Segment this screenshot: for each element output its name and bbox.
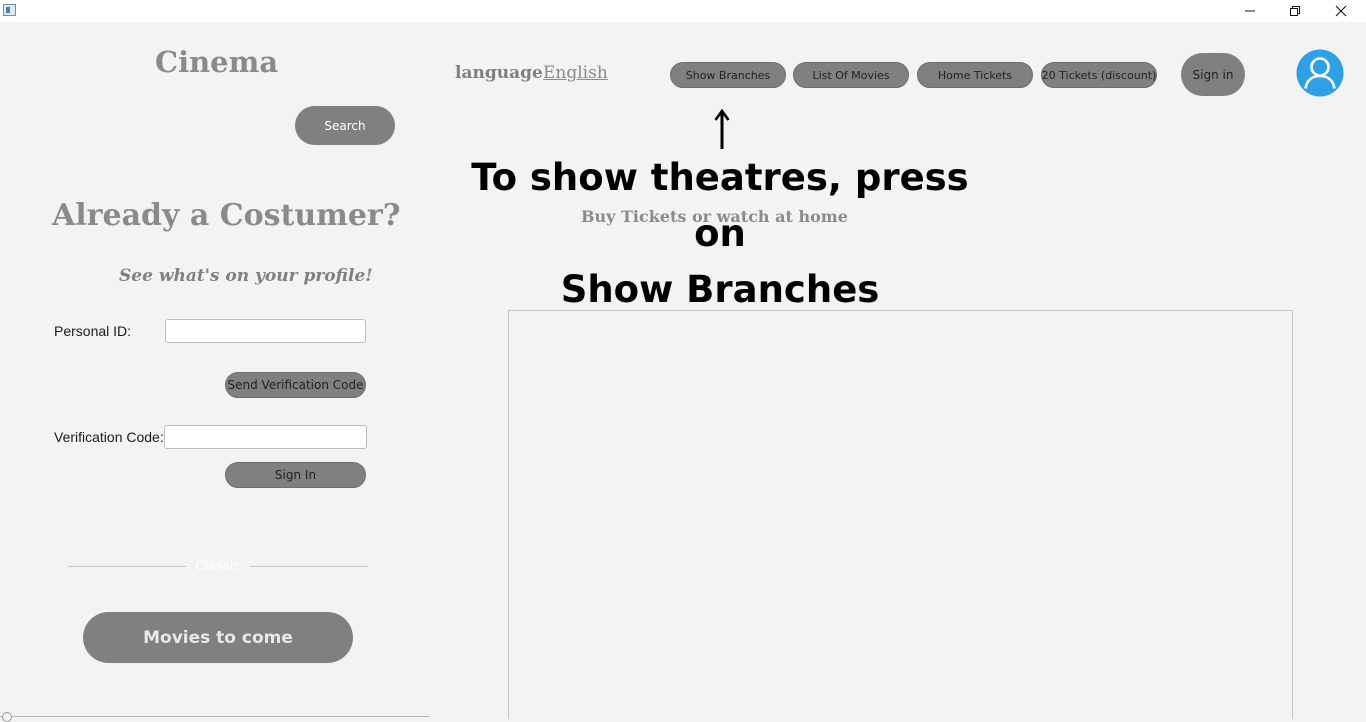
send-verification-code-button[interactable]: Send Verification Code (225, 372, 366, 398)
classic-divider-right (250, 566, 368, 567)
annotation-line-1: To show theatres, press on (471, 156, 969, 255)
verification-code-label: Verification Code: (54, 429, 164, 445)
up-arrow-icon (712, 108, 732, 154)
search-button[interactable]: Search (295, 106, 395, 145)
language-label: language (455, 63, 543, 83)
movies-to-come-button[interactable]: Movies to come (83, 612, 353, 663)
minimize-button[interactable] (1227, 0, 1273, 22)
scrollbar-handle[interactable] (2, 712, 12, 722)
twenty-tickets-discount-button[interactable]: 20 Tickets (discount) (1041, 62, 1157, 88)
personal-id-label: Personal ID: (54, 323, 132, 339)
header-sign-in-button[interactable]: Sign in (1181, 53, 1245, 96)
home-tickets-button[interactable]: Home Tickets (917, 62, 1033, 88)
close-icon (1335, 5, 1347, 17)
restore-icon (1290, 6, 1300, 16)
personal-id-input[interactable] (165, 319, 366, 343)
minimize-icon (1245, 10, 1255, 12)
language-selector[interactable]: English (543, 63, 608, 83)
login-subtitle: See what's on your profile! (119, 266, 373, 286)
classic-label: Classic (195, 559, 241, 574)
java-window-icon (3, 4, 16, 16)
show-branches-button[interactable]: Show Branches (670, 62, 786, 88)
verification-code-input[interactable] (164, 425, 367, 449)
cinema-logo: Cinema (155, 45, 279, 79)
login-title: Already a Costumer? (52, 198, 401, 233)
login-sign-in-button[interactable]: Sign In (225, 462, 366, 488)
content-panel (508, 310, 1293, 719)
horizontal-scrollbar[interactable] (0, 716, 430, 717)
close-button[interactable] (1318, 0, 1364, 22)
user-avatar-icon[interactable] (1296, 49, 1344, 97)
instruction-annotation: To show theatres, press on Show Branches (440, 150, 1000, 318)
classic-divider-left (68, 566, 186, 567)
window-titlebar (0, 0, 1366, 22)
list-of-movies-button[interactable]: List Of Movies (793, 62, 909, 88)
restore-button[interactable] (1272, 0, 1318, 22)
